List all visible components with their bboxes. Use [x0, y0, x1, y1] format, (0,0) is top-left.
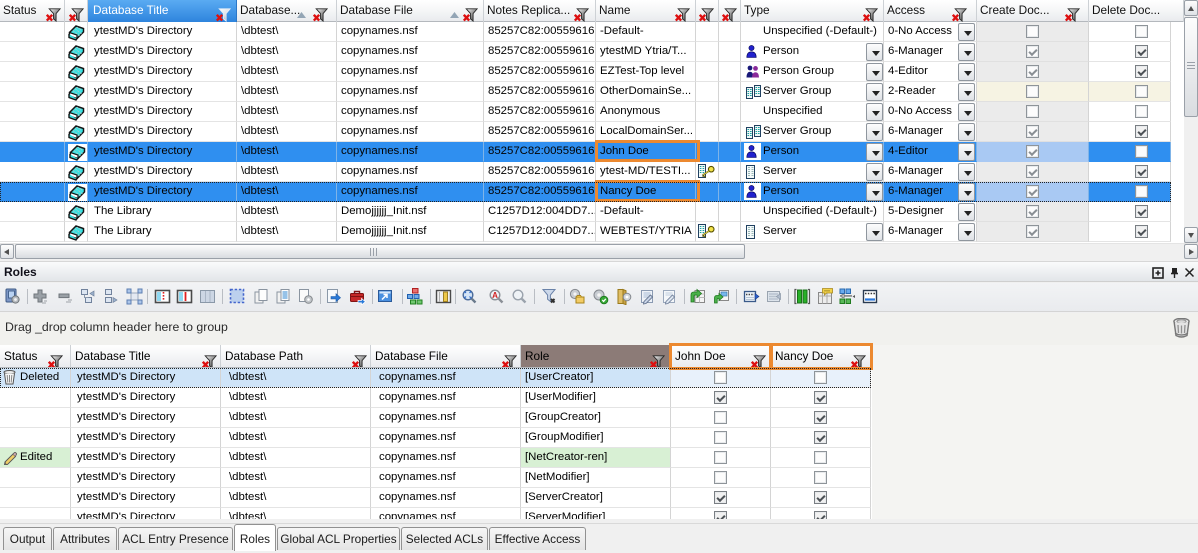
svg-text:A: A [492, 291, 498, 300]
